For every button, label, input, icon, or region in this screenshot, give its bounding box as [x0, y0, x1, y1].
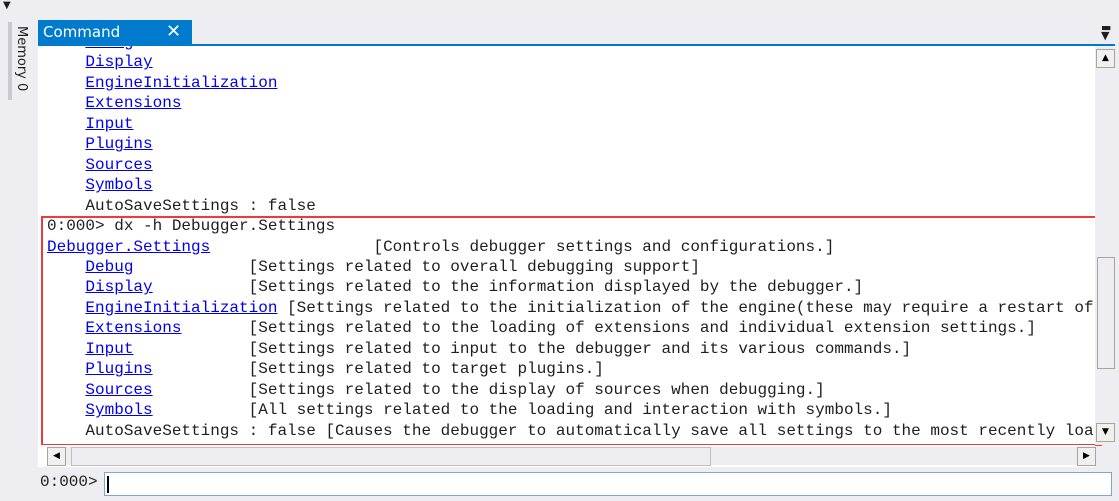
output-lines: Debug Display EngineInitialization Exten… [47, 46, 1094, 441]
output-text: 0:000> dx -h Debugger.Settings [47, 217, 336, 236]
output-link[interactable]: Input [85, 115, 133, 133]
horizontal-scrollbar[interactable]: ◀ ▶ [38, 445, 1096, 467]
output-link[interactable]: Plugins [85, 135, 152, 153]
output-line: AutoSaveSettings : false [47, 196, 1094, 216]
output-link[interactable]: Input [85, 340, 133, 358]
window-menu-icon[interactable]: ▬ ▼ [1101, 22, 1111, 41]
output-link[interactable]: Debugger.Settings [47, 238, 210, 256]
output-line: Display [Settings related to the informa… [47, 277, 1094, 297]
output-link[interactable]: Sources [85, 156, 152, 174]
horizontal-scroll-thumb[interactable] [71, 447, 711, 466]
output-line: Debugger.Settings [Controls debugger set… [47, 237, 1094, 257]
output-text: [Settings related to input to the debugg… [133, 339, 912, 358]
output-line: Symbols [All settings related to the loa… [47, 400, 1094, 420]
scroll-right-icon[interactable]: ▶ [1077, 447, 1096, 466]
vertical-scrollbar[interactable]: ▲ ▼ [1095, 46, 1115, 445]
output-text: [Controls debugger settings and configur… [210, 237, 835, 256]
output-text: [All settings related to the loading and… [152, 401, 892, 420]
text-caret [107, 476, 109, 493]
command-prompt: 0:000> [40, 473, 98, 491]
output-line: Input [47, 114, 1094, 134]
output-link[interactable]: Plugins [85, 360, 152, 378]
output-line: Extensions [47, 93, 1094, 113]
vertical-scroll-thumb[interactable] [1097, 257, 1115, 369]
output-link[interactable]: Sources [85, 381, 152, 399]
output-line: EngineInitialization [Settings related t… [47, 298, 1094, 318]
command-input-row: 0:000> [38, 470, 1115, 498]
scroll-up-icon[interactable]: ▲ [1096, 49, 1115, 68]
output-text: [Settings related to the display of sour… [152, 380, 825, 399]
output-line: Plugins [47, 134, 1094, 154]
memory-tab-label: Memory 0 [14, 26, 29, 92]
output-text: [Settings related to target plugins.] [152, 360, 604, 379]
output-line: Input [Settings related to input to the … [47, 339, 1094, 359]
output-link[interactable]: Symbols [85, 401, 152, 419]
tab-label: Command [43, 23, 121, 41]
output-link[interactable]: Symbols [85, 176, 152, 194]
tab-command[interactable]: Command ✕ [38, 20, 192, 45]
output-text: [Settings related to overall debugging s… [133, 257, 700, 276]
panel-menu-icon[interactable]: ▼ [3, 0, 11, 11]
output-link[interactable]: Debug [85, 258, 133, 276]
output-line: Sources [47, 155, 1094, 175]
output-text: [Settings related to the information dis… [152, 278, 864, 297]
output-line: AutoSaveSettings : false [Causes the deb… [47, 421, 1094, 441]
command-input[interactable] [104, 472, 1112, 496]
output-link[interactable]: Extensions [85, 94, 181, 112]
command-output[interactable]: Debug Display EngineInitialization Exten… [38, 46, 1095, 445]
output-line: EngineInitialization [47, 73, 1094, 93]
output-link[interactable]: Extensions [85, 319, 181, 337]
output-text: AutoSaveSettings : false [47, 196, 316, 215]
scroll-down-icon[interactable]: ▼ [1096, 423, 1115, 442]
output-link[interactable]: EngineInitialization [85, 74, 277, 92]
output-link[interactable]: Display [85, 53, 152, 71]
output-link[interactable]: Debug [85, 46, 133, 51]
output-text: [Settings related to the loading of exte… [181, 319, 1036, 338]
output-line: Extensions [Settings related to the load… [47, 318, 1094, 338]
output-link[interactable]: Display [85, 278, 152, 296]
output-text: [Settings related to the initialization … [277, 298, 1094, 317]
scroll-left-icon[interactable]: ◀ [47, 447, 66, 466]
output-line: Plugins [Settings related to target plug… [47, 359, 1094, 379]
memory-tab[interactable]: Memory 0 [8, 22, 30, 100]
output-link[interactable]: EngineInitialization [85, 299, 277, 317]
output-text: AutoSaveSettings : false [Causes the deb… [47, 421, 1094, 440]
output-line: Display [47, 52, 1094, 72]
output-line: Symbols [47, 175, 1094, 195]
output-line: Sources [Settings related to the display… [47, 380, 1094, 400]
output-line: Debug [Settings related to overall debug… [47, 257, 1094, 277]
close-icon[interactable]: ✕ [166, 21, 181, 42]
output-line: 0:000> dx -h Debugger.Settings [47, 216, 1094, 236]
